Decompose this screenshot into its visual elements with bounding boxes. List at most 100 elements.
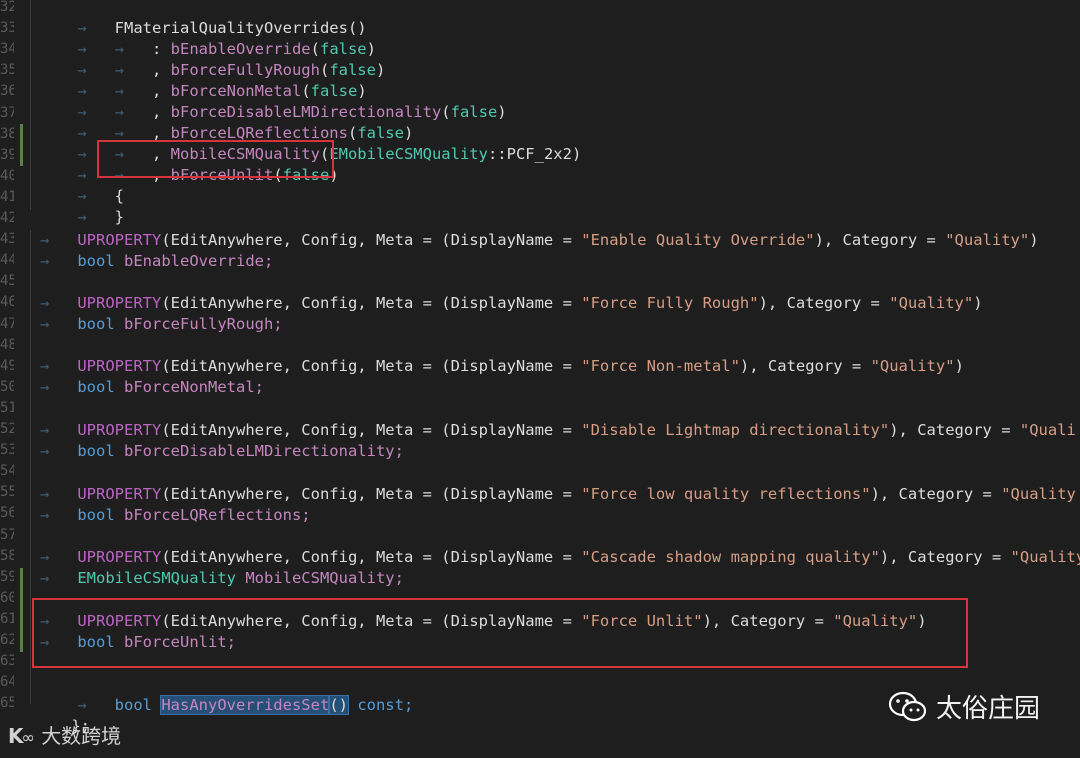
display-name-string: "Disable Lightmap directionality": [581, 421, 890, 439]
macro-args: (EditAnywhere, Config, Meta = (DisplayNa…: [161, 357, 582, 375]
macro-args: ), Category =: [814, 231, 946, 249]
macro-args: (EditAnywhere, Config, Meta = (DisplayNa…: [161, 548, 582, 566]
variable-name: bForceDisableLMDirectionality;: [124, 442, 404, 460]
tab-arrow-icon: →: [40, 506, 78, 524]
literal: false: [450, 103, 498, 121]
code-line[interactable]: → UPROPERTY(EditAnywhere, Config, Meta =…: [40, 420, 1076, 441]
line-number: 43: [0, 231, 14, 248]
line-number: 59: [0, 568, 14, 585]
tab-arrow-icon: →: [40, 315, 78, 333]
tab-arrow-icon: →: [40, 294, 78, 312]
paren: ): [973, 294, 983, 312]
highlight-box: [32, 598, 968, 668]
code-line[interactable]: → → , bForceFullyRough(false): [40, 39, 385, 79]
code-line[interactable]: → bool HasAnyOverridesSet() const;: [40, 674, 413, 715]
code-line[interactable]: → FMaterialQualityOverrides(): [40, 0, 366, 37]
tab-arrow-icon: →: [40, 231, 78, 249]
tab-arrow-icon: →: [40, 357, 78, 375]
code-line[interactable]: → UPROPERTY(EditAnywhere, Config, Meta =…: [40, 293, 983, 314]
code-editor[interactable]: 32 33 34 35 36 37 38 39 40 41 42 43 44 45 46 47 48 49 50 51…: [0, 0, 1080, 754]
code-line[interactable]: → → , bForceDisableLMDirectionality(fals…: [40, 81, 506, 121]
watermark-right-text: 太俗庄园: [936, 694, 1041, 724]
display-name-string: "Enable Quality Override": [581, 231, 815, 249]
variable-name: MobileCSMQuality;: [245, 569, 404, 587]
tab-arrow-icon: →: [40, 548, 78, 566]
uproperty-macro: UPROPERTY: [77, 231, 162, 249]
macro-args: (EditAnywhere, Config, Meta = (DisplayNa…: [161, 421, 582, 439]
code-line[interactable]: → → : bEnableOverride(false): [40, 18, 376, 58]
category-string: "Quality: [1001, 485, 1076, 503]
code-line[interactable]: → bool bEnableOverride;: [40, 251, 273, 272]
uproperty-macro: UPROPERTY: [77, 357, 162, 375]
type-name: bool: [77, 442, 115, 460]
variable-name: bEnableOverride;: [124, 252, 274, 270]
line-number: 57: [0, 526, 14, 543]
code-line[interactable]: → bool bForceDisableLMDirectionality;: [40, 441, 404, 462]
line-number: 48: [0, 336, 14, 353]
code-line[interactable]: → bool bForceLQReflections;: [40, 505, 311, 526]
line-number: 40: [0, 167, 14, 184]
line-number: 44: [0, 252, 14, 269]
wechat-icon: [888, 691, 927, 721]
code-line[interactable]: → → , bForceLQReflections(false): [40, 102, 413, 142]
variable-name: bForceNonMetal;: [124, 378, 264, 396]
macro-args: (EditAnywhere, Config, Meta = (DisplayNa…: [161, 294, 582, 312]
code-line[interactable]: → EMobileCSMQuality MobileCSMQuality;: [40, 568, 404, 589]
display-name-string: "Cascade shadow mapping quality": [581, 548, 880, 566]
line-number: 47: [0, 315, 14, 332]
line-number: 36: [0, 83, 14, 100]
tab-arrow-icon: →: [40, 378, 78, 396]
tab-arrow-icon: →: [77, 208, 115, 226]
code-line[interactable]: → UPROPERTY(EditAnywhere, Config, Meta =…: [40, 547, 1080, 568]
code-line[interactable]: → → , bForceNonMetal(false): [40, 60, 366, 100]
line-number-gutter: 32 33 34 35 36 37 38 39 40 41 42 43 44 45 46 47 48 49 50 51…: [0, 0, 28, 754]
macro-args: ), Category =: [758, 294, 890, 312]
line-number: 55: [0, 484, 14, 501]
variable-name: bForceFullyRough;: [124, 315, 283, 333]
line-number: 51: [0, 399, 14, 416]
watermark-right: 太俗庄园: [888, 688, 1040, 725]
watermark-logo-icon: ∞: [21, 728, 35, 747]
scope-operator: ::: [487, 145, 507, 163]
highlight-box: [97, 140, 334, 178]
enum-type: EMobileCSMQuality: [329, 145, 488, 163]
fold-guide: [30, 230, 31, 704]
code-line[interactable]: };: [34, 695, 90, 735]
uproperty-macro: UPROPERTY: [77, 548, 162, 566]
category-string: "Quali: [1019, 421, 1076, 439]
line-number: 34: [0, 41, 14, 58]
macro-args: ), Category =: [879, 548, 1011, 566]
line-number: 41: [0, 188, 14, 205]
paren: ): [571, 145, 582, 163]
display-name-string: "Force low quality reflections": [581, 485, 871, 503]
paren: ): [954, 357, 964, 375]
selected-function-name[interactable]: HasAnyOverridesSet: [160, 695, 331, 715]
type-name: bool: [77, 378, 115, 396]
line-number: 32: [0, 0, 14, 15]
tab-arrow-icon: →: [40, 485, 78, 503]
line-number: 39: [0, 146, 14, 163]
code-line[interactable]: → UPROPERTY(EditAnywhere, Config, Meta =…: [40, 356, 964, 377]
line-number: 49: [0, 357, 14, 374]
line-number: 54: [0, 463, 14, 480]
code-line[interactable]: → bool bForceNonMetal;: [40, 377, 264, 398]
macro-args: ), Category =: [870, 485, 1002, 503]
code-line[interactable]: → }: [40, 186, 124, 226]
type-name: EMobileCSMQuality: [77, 569, 236, 587]
line-number: 53: [0, 442, 14, 459]
line-number: 46: [0, 294, 14, 311]
code-line[interactable]: → UPROPERTY(EditAnywhere, Config, Meta =…: [40, 230, 1039, 251]
line-number: 62: [0, 632, 14, 648]
category-string: "Quality": [870, 357, 955, 375]
paren: ): [1029, 231, 1039, 249]
enum-value: PCF_2x2: [506, 145, 572, 163]
code-line[interactable]: → UPROPERTY(EditAnywhere, Config, Meta =…: [40, 484, 1076, 505]
code-line[interactable]: → bool bForceFullyRough;: [40, 314, 283, 335]
type-name: bool: [77, 252, 115, 270]
display-name-string: "Force Non-metal": [581, 357, 740, 375]
type-keyword: bool: [114, 696, 152, 714]
const-keyword: const;: [347, 696, 414, 714]
